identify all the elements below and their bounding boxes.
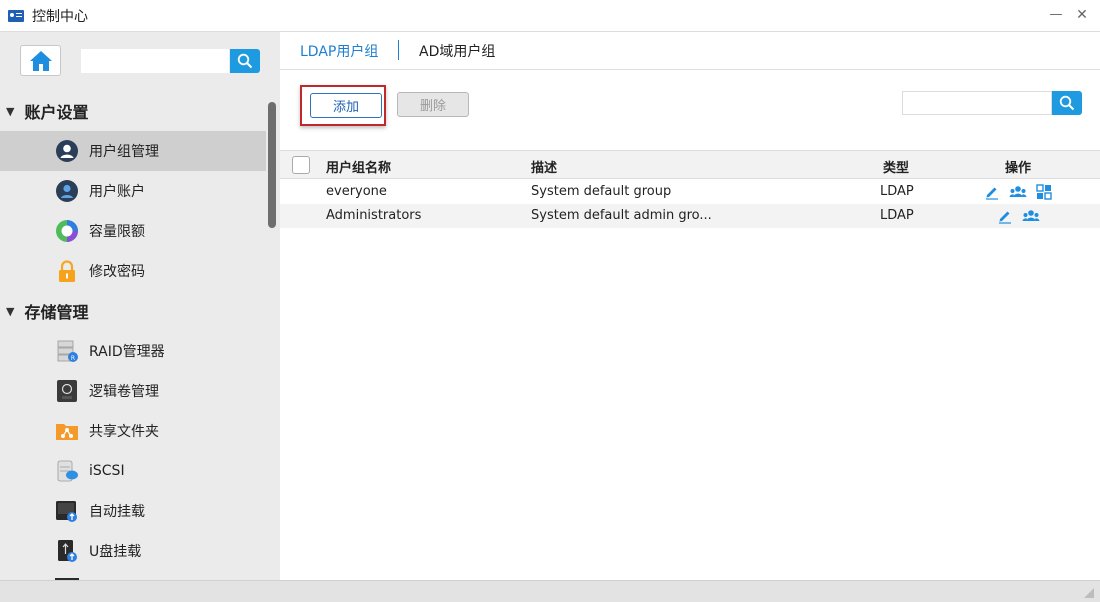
group-name: everyone xyxy=(326,184,387,199)
minimize-button[interactable]: — xyxy=(1048,7,1064,23)
row-actions xyxy=(983,183,1053,201)
delete-button[interactable]: 删除 xyxy=(397,92,469,117)
column-header-actions: 操作 xyxy=(1005,161,1032,176)
search-icon xyxy=(1059,95,1075,111)
add-button[interactable]: 添加 xyxy=(310,93,382,118)
usb-mount-icon xyxy=(58,540,77,562)
resize-grip-icon[interactable] xyxy=(1084,588,1094,598)
section-label: 账户设置 xyxy=(24,103,89,122)
window-status-bar xyxy=(0,580,1100,602)
sidebar-item-auto-mount[interactable]: 自动挂载 xyxy=(0,491,266,531)
group-search-button[interactable] xyxy=(1052,91,1082,115)
column-header-type[interactable]: 类型 xyxy=(883,157,909,176)
sidebar-scrollbar[interactable] xyxy=(268,102,276,228)
title-bar: 控制中心 — ✕ xyxy=(0,0,1100,32)
sidebar-item-raid-manager[interactable]: R RAID管理器 xyxy=(0,331,266,371)
home-icon xyxy=(29,50,52,71)
lock-icon xyxy=(59,260,75,282)
search-icon xyxy=(237,53,253,69)
svg-text:R: R xyxy=(71,355,75,362)
row-actions xyxy=(996,207,1040,225)
sidebar-item-label: U盘挂载 xyxy=(89,544,142,560)
section-label: 存储管理 xyxy=(24,303,89,322)
close-button[interactable]: ✕ xyxy=(1074,7,1090,23)
group-description: System default admin gro... xyxy=(531,208,712,223)
tab-bar: LDAP用户组 AD域用户组 xyxy=(280,32,1100,70)
tab-ldap-user-group[interactable]: LDAP用户组 xyxy=(300,41,378,61)
sidebar-item-shared-folder[interactable]: 共享文件夹 xyxy=(0,411,266,451)
group-search-input[interactable] xyxy=(902,91,1052,115)
tab-ad-user-group[interactable]: AD域用户组 xyxy=(419,41,495,61)
edit-icon[interactable] xyxy=(996,207,1014,225)
sidebar-item-usb-mount[interactable]: U盘挂载 xyxy=(0,531,266,571)
control-panel-icon xyxy=(8,9,24,22)
user-group-icon xyxy=(56,140,78,162)
sidebar-item-user-group-management[interactable]: 用户组管理 xyxy=(0,131,266,171)
collapse-triangle-icon: ▼ xyxy=(6,104,15,118)
table-header: 用户组名称 描述 类型 操作 xyxy=(280,150,1100,179)
sidebar-item-label: 逻辑卷管理 xyxy=(89,384,159,400)
select-all-checkbox[interactable] xyxy=(292,156,310,174)
quota-icon xyxy=(56,220,78,242)
sidebar-item-iscsi[interactable]: iSCSI xyxy=(0,451,266,491)
section-storage-management[interactable]: ▼ 存储管理 xyxy=(6,298,88,324)
group-type: LDAP xyxy=(880,184,914,199)
sidebar-item-label: 修改密码 xyxy=(89,264,145,280)
sidebar: ▼ 账户设置 用户组管理 用户账户 容量限额 修改密码 ▼ 存储管理 R RAI… xyxy=(0,32,280,580)
lvm-icon xyxy=(57,380,77,402)
auto-mount-icon xyxy=(56,501,77,522)
home-button[interactable] xyxy=(20,45,61,76)
members-icon[interactable] xyxy=(1009,183,1027,201)
shared-folder-icon xyxy=(56,424,78,440)
user-account-icon xyxy=(56,180,78,202)
iscsi-icon xyxy=(57,460,78,482)
table-row[interactable]: Administrators System default admin gro.… xyxy=(280,204,1100,228)
group-name: Administrators xyxy=(326,208,422,223)
collapse-triangle-icon: ▼ xyxy=(6,304,15,318)
sidebar-item-label: 用户组管理 xyxy=(89,144,159,160)
main-panel: LDAP用户组 AD域用户组 添加 删除 用户组名称 描述 类型 操作 ever… xyxy=(280,32,1100,580)
edit-icon[interactable] xyxy=(983,183,1001,201)
sidebar-item-label: iSCSI xyxy=(89,463,125,479)
sidebar-item-label: RAID管理器 xyxy=(89,344,165,360)
sidebar-item-lvm[interactable]: 逻辑卷管理 xyxy=(0,371,266,411)
sidebar-item-label: 共享文件夹 xyxy=(89,424,159,440)
add-button-highlight: 添加 xyxy=(300,85,386,126)
table-row[interactable]: everyone System default group LDAP xyxy=(280,180,1100,204)
sidebar-search-input[interactable] xyxy=(81,49,229,73)
members-icon[interactable] xyxy=(1022,207,1040,225)
sidebar-item-user-account[interactable]: 用户账户 xyxy=(0,171,266,211)
column-header-name[interactable]: 用户组名称 xyxy=(326,157,391,176)
tab-separator xyxy=(398,40,399,60)
group-type: LDAP xyxy=(880,208,914,223)
apps-icon[interactable] xyxy=(1035,183,1053,201)
sidebar-item-label: 自动挂载 xyxy=(89,504,145,520)
sidebar-item-label: 用户账户 xyxy=(89,184,145,200)
sidebar-search-button[interactable] xyxy=(230,49,260,73)
sidebar-item-label: 容量限额 xyxy=(89,224,145,240)
column-header-description[interactable]: 描述 xyxy=(531,157,557,176)
sidebar-item-change-password[interactable]: 修改密码 xyxy=(0,251,266,291)
group-description: System default group xyxy=(531,184,672,199)
raid-icon: R xyxy=(57,340,78,362)
sidebar-item-quota[interactable]: 容量限额 xyxy=(0,211,266,251)
section-account-settings[interactable]: ▼ 账户设置 xyxy=(6,98,88,124)
window-title: 控制中心 xyxy=(32,8,88,25)
